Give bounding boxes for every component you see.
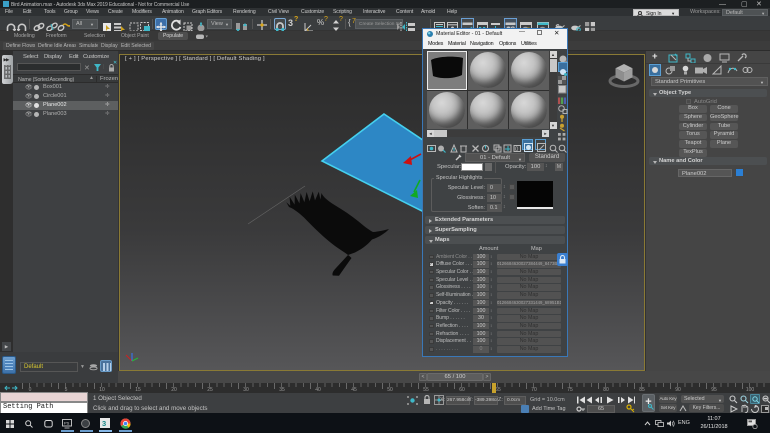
svg-text:PS: PS	[64, 421, 70, 426]
